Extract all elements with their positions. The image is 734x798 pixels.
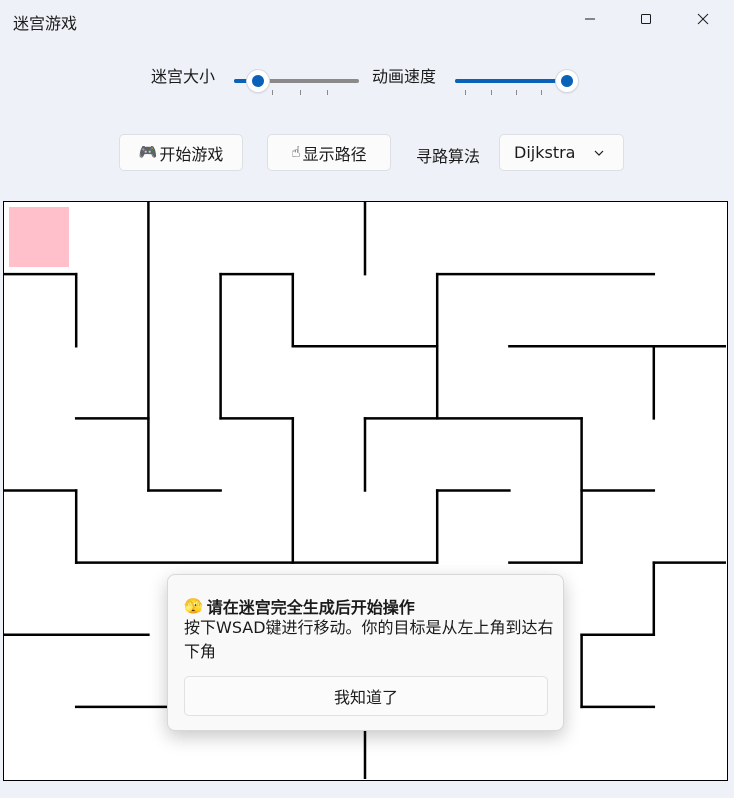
player-marker	[9, 207, 69, 267]
slider-tick	[272, 90, 273, 95]
slider-tick	[300, 90, 301, 95]
maze-size-label: 迷宫大小	[151, 67, 216, 86]
slider-tick	[491, 90, 492, 95]
algorithm-label: 寻路算法	[416, 147, 481, 166]
pointing-hand-icon: ☝	[291, 143, 301, 161]
slider-fill	[455, 79, 567, 83]
dialog-message: 按下WSAD键进行移动。你的目标是从左上角到达右下角	[184, 618, 554, 661]
title-bar: 迷宫游戏	[0, 0, 734, 40]
slider-tick	[516, 90, 517, 95]
algorithm-dropdown[interactable]: Dijkstra	[499, 134, 624, 171]
start-game-button[interactable]: 🎮 开始游戏	[119, 134, 243, 171]
game-controller-icon: 🎮	[138, 143, 158, 161]
show-path-label: 显示路径	[302, 144, 367, 164]
algorithm-selected: Dijkstra	[514, 143, 576, 162]
slider-tick	[465, 90, 466, 95]
dialog-title-text: 请在迷宫完全生成后开始操作	[206, 598, 415, 617]
maze-size-slider[interactable]	[234, 70, 359, 95]
window-title: 迷宫游戏	[13, 14, 78, 33]
chevron-down-icon	[594, 150, 604, 156]
animation-speed-label: 动画速度	[372, 67, 437, 86]
peeking-face-icon: 🫣	[184, 596, 203, 615]
animation-speed-slider[interactable]	[455, 70, 578, 95]
info-dialog: 🫣 请在迷宫完全生成后开始操作 按下WSAD键进行移动。你的目标是从左上角到达右…	[167, 574, 564, 731]
slider-tick	[327, 90, 328, 95]
dialog-title: 🫣 请在迷宫完全生成后开始操作	[184, 594, 415, 618]
slider-thumb[interactable]	[556, 70, 578, 92]
maximize-button[interactable]	[623, 4, 669, 34]
start-game-label: 开始游戏	[159, 144, 224, 164]
close-icon	[697, 13, 709, 25]
minimize-icon	[585, 18, 595, 20]
show-path-button[interactable]: ☝ 显示路径	[267, 134, 391, 171]
slider-tick	[541, 90, 542, 95]
acknowledge-button[interactable]: 我知道了	[184, 676, 548, 716]
maximize-icon	[641, 14, 651, 24]
slider-thumb[interactable]	[246, 70, 269, 92]
close-button[interactable]	[680, 4, 726, 34]
minimize-button[interactable]	[567, 4, 613, 34]
